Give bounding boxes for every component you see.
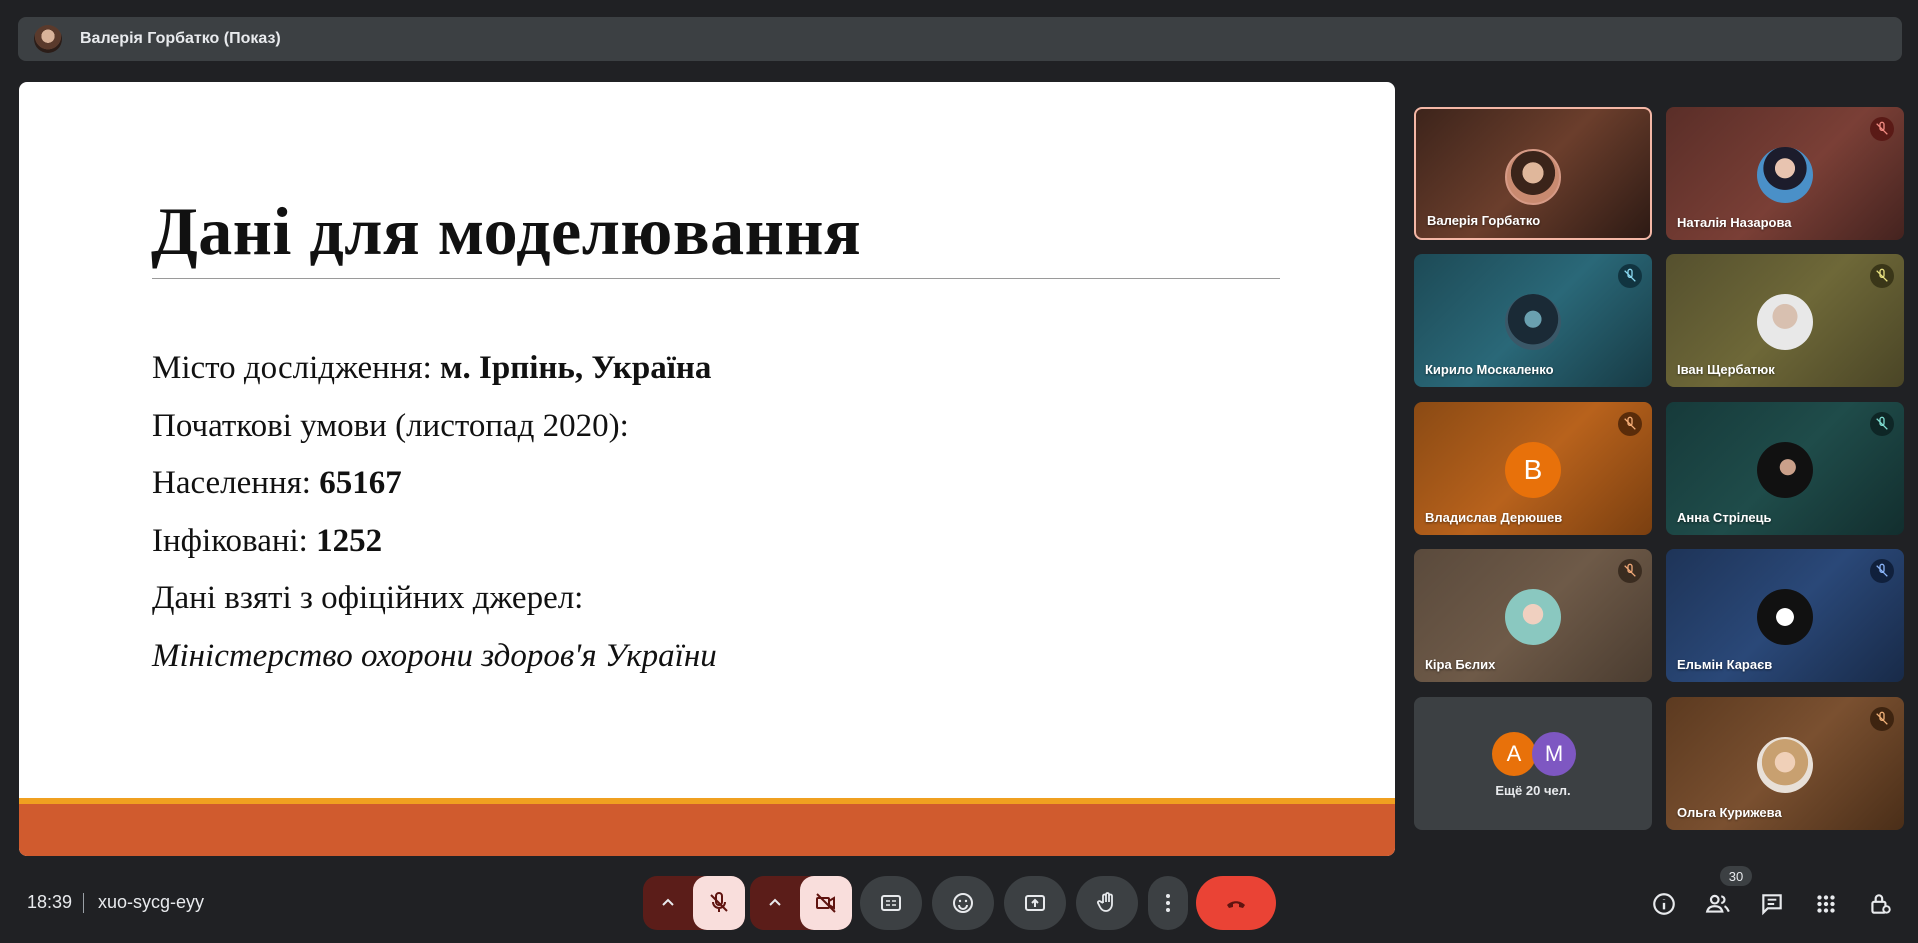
participant-tile[interactable]: Ельмін Караєв — [1666, 549, 1904, 682]
participant-tile[interactable]: В Владислав Дерюшев — [1414, 402, 1652, 535]
meeting-clock: 18:39 — [27, 892, 73, 912]
participant-tile[interactable]: Кіра Бєлих — [1414, 549, 1652, 682]
participant-tile[interactable]: Ольга Курижева — [1666, 697, 1904, 830]
participant-initial-avatar: В — [1505, 442, 1561, 498]
participant-avatar — [1505, 149, 1561, 205]
presenter-bar: Валерія Горбатко (Показ) — [18, 17, 1902, 61]
mic-off-icon — [1870, 559, 1894, 583]
camera-control — [750, 876, 852, 930]
participant-avatar — [1505, 589, 1561, 645]
mic-off-icon — [1870, 117, 1894, 141]
microphone-off-button[interactable] — [693, 876, 745, 930]
slide-divider — [152, 278, 1280, 279]
participant-name: Анна Стрілець — [1677, 510, 1772, 525]
participant-avatar — [1505, 294, 1561, 350]
slide-line-city: Місто дослідження: м. Ірпінь, Україна — [152, 350, 712, 386]
bottom-toolbar: 18:39 xuo-sycg-eyy — [0, 870, 1918, 943]
mic-off-icon — [1870, 264, 1894, 288]
chat-icon[interactable] — [1756, 888, 1788, 920]
participant-name: Ельмін Караєв — [1677, 657, 1773, 672]
mic-off-icon — [1618, 559, 1642, 583]
participant-name: Валерія Горбатко — [1427, 213, 1541, 228]
mic-off-icon — [1618, 412, 1642, 436]
more-participants-label: Ещё 20 чел. — [1495, 783, 1571, 798]
separator — [83, 893, 84, 913]
mic-options-chevron-icon[interactable] — [643, 876, 693, 930]
participant-avatar — [1757, 737, 1813, 793]
slide-heading: Дані для моделювання — [151, 193, 862, 269]
microphone-control — [643, 876, 745, 930]
meeting-code: xuo-sycg-eyy — [98, 892, 205, 912]
slide-line-ministry: Міністерство охорони здоров'я України — [152, 637, 717, 674]
mic-off-icon — [1618, 264, 1642, 288]
slide-line-conditions: Початкові умови (листопад 2020): — [152, 407, 629, 444]
slide-line-infected: Інфіковані: 1252 — [152, 522, 383, 559]
slide-line-population: Населення: 65167 — [152, 465, 402, 501]
participant-tile[interactable]: Анна Стрілець — [1666, 402, 1904, 535]
participant-avatar — [1757, 294, 1813, 350]
participant-avatar — [1757, 442, 1813, 498]
participant-name: Кирило Москаленко — [1425, 362, 1554, 377]
presentation-slide: Дані для моделювання Місто дослідження: … — [19, 82, 1395, 856]
participant-initial-avatar: М — [1532, 732, 1576, 776]
mic-off-icon — [1870, 707, 1894, 731]
participant-name: Владислав Дерюшев — [1425, 510, 1563, 525]
people-icon[interactable] — [1702, 888, 1734, 920]
presenter-title: Валерія Горбатко (Показ) — [80, 30, 281, 47]
slide-footer-band — [19, 804, 1395, 856]
presenter-avatar — [34, 25, 62, 53]
meeting-info-icon[interactable] — [1648, 888, 1680, 920]
participant-name: Кіра Бєлих — [1425, 657, 1496, 672]
more-options-button[interactable] — [1148, 876, 1188, 930]
captions-button[interactable] — [860, 876, 922, 930]
emoji-reaction-button[interactable] — [932, 876, 994, 930]
camera-options-chevron-icon[interactable] — [750, 876, 800, 930]
participant-name: Наталія Назарова — [1677, 215, 1792, 230]
mic-off-icon — [1870, 412, 1894, 436]
participant-tile[interactable]: Валерія Горбатко — [1414, 107, 1652, 240]
participant-name: Іван Щербатюк — [1677, 362, 1775, 377]
leave-call-button[interactable] — [1196, 876, 1276, 930]
participant-name: Ольга Курижева — [1677, 805, 1782, 820]
raise-hand-button[interactable] — [1076, 876, 1138, 930]
slide-line-source: Дані взяті з офіційних джерел: — [152, 580, 584, 616]
participant-avatar — [1757, 147, 1813, 203]
slide-body: Місто дослідження: м. Ірпінь, Україна По… — [152, 344, 717, 689]
present-screen-button[interactable] — [1004, 876, 1066, 930]
host-controls-lock-icon[interactable] — [1864, 888, 1896, 920]
camera-off-button[interactable] — [800, 876, 852, 930]
participant-initial-avatar: А — [1492, 732, 1536, 776]
participant-avatar — [1757, 589, 1813, 645]
activities-icon[interactable] — [1810, 888, 1842, 920]
participant-tile[interactable]: Кирило Москаленко — [1414, 254, 1652, 387]
participant-tile[interactable]: Іван Щербатюк — [1666, 254, 1904, 387]
participant-tile[interactable]: Наталія Назарова — [1666, 107, 1904, 240]
participant-count-badge: 30 — [1720, 866, 1752, 886]
more-participants-tile[interactable]: А М Ещё 20 чел. — [1414, 697, 1652, 830]
